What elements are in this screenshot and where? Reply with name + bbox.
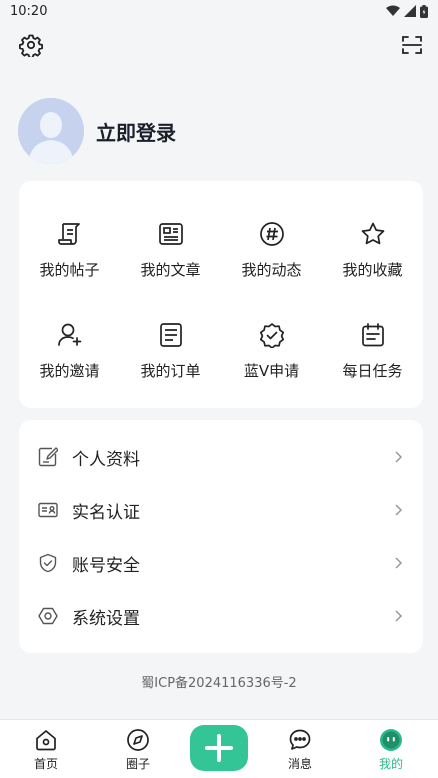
shortcut-label: 我的帖子 (39, 261, 100, 279)
top-bar (0, 28, 438, 64)
signal-icon (404, 5, 416, 17)
shortcut-daily-tasks[interactable]: 每日任务 (322, 320, 423, 381)
avatar[interactable] (18, 98, 84, 164)
shield-icon (37, 552, 59, 574)
chevron-right-icon (395, 451, 403, 463)
shortcut-label: 我的动态 (241, 261, 302, 279)
chevron-right-icon (395, 504, 403, 516)
menu-item-verification[interactable]: 实名认证 (19, 484, 423, 536)
shortcut-row-1: 我的帖子 我的文章 我的动态 我的收藏 (19, 219, 423, 280)
post-icon (55, 219, 85, 249)
tab-messages[interactable]: 消息 (270, 720, 330, 778)
wifi-icon (386, 5, 400, 16)
shortcut-label: 我的订单 (140, 362, 201, 380)
shortcut-my-invites[interactable]: 我的邀请 (19, 320, 120, 381)
home-icon (34, 728, 58, 752)
settings-list-card: 个人资料 实名认证 账号安全 系统设置 (19, 420, 423, 653)
star-icon (358, 219, 388, 249)
menu-item-label: 个人资料 (72, 449, 140, 470)
menu-item-system-settings[interactable]: 系统设置 (19, 590, 423, 642)
create-post-button[interactable] (190, 725, 248, 771)
icp-record[interactable]: 蜀ICP备2024116336号-2 (0, 672, 438, 691)
plus-icon (205, 734, 233, 762)
shortcut-label: 蓝V申请 (243, 362, 300, 380)
id-card-icon (37, 499, 59, 521)
menu-item-label: 系统设置 (72, 608, 140, 629)
profile-header[interactable]: 立即登录 (18, 98, 176, 164)
shortcut-label: 我的收藏 (342, 261, 403, 279)
login-link[interactable]: 立即登录 (96, 117, 176, 146)
menu-item-label: 账号安全 (72, 555, 140, 576)
order-icon (156, 320, 186, 350)
shortcut-my-posts[interactable]: 我的帖子 (19, 219, 120, 280)
edit-profile-icon (37, 446, 59, 468)
shortcut-my-orders[interactable]: 我的订单 (120, 320, 221, 381)
chevron-right-icon (395, 557, 403, 569)
article-icon (156, 219, 186, 249)
shortcut-grid-card: 我的帖子 我的文章 我的动态 我的收藏 我的邀请 我的订单 蓝V申请 每日任务 (19, 181, 423, 408)
shortcut-blue-v[interactable]: 蓝V申请 (221, 320, 322, 381)
shortcut-my-moments[interactable]: 我的动态 (221, 219, 322, 280)
status-time: 10:20 (10, 3, 48, 19)
status-bar: 10:20 (0, 0, 438, 22)
tab-label: 首页 (33, 757, 58, 771)
verified-badge-icon (257, 320, 287, 350)
shortcut-my-articles[interactable]: 我的文章 (120, 219, 221, 280)
tab-label: 消息 (287, 757, 312, 771)
shortcut-my-favorites[interactable]: 我的收藏 (322, 219, 423, 280)
shortcut-label: 每日任务 (342, 362, 403, 380)
shortcut-label: 我的邀请 (39, 362, 100, 380)
compass-icon (126, 728, 150, 752)
menu-item-profile[interactable]: 个人资料 (19, 431, 423, 483)
invite-user-icon (55, 320, 85, 350)
settings-gear-icon[interactable] (17, 31, 45, 59)
profile-face-icon (379, 728, 403, 752)
tab-circles[interactable]: 圈子 (108, 720, 168, 778)
calendar-icon (358, 320, 388, 350)
tab-me[interactable]: 我的 (361, 720, 421, 778)
menu-item-label: 实名认证 (72, 502, 140, 523)
status-icons (386, 4, 428, 18)
battery-icon (420, 4, 428, 18)
settings-hex-icon (37, 605, 59, 627)
menu-item-account-security[interactable]: 账号安全 (19, 537, 423, 589)
tab-home[interactable]: 首页 (16, 720, 76, 778)
tab-label: 圈子 (125, 757, 150, 771)
shortcut-label: 我的文章 (140, 261, 201, 279)
chat-icon (288, 728, 312, 752)
scan-icon[interactable] (398, 31, 426, 59)
chevron-right-icon (395, 610, 403, 622)
shortcut-row-2: 我的邀请 我的订单 蓝V申请 每日任务 (19, 320, 423, 381)
hashtag-icon (257, 219, 287, 249)
tab-label: 我的 (378, 757, 403, 771)
